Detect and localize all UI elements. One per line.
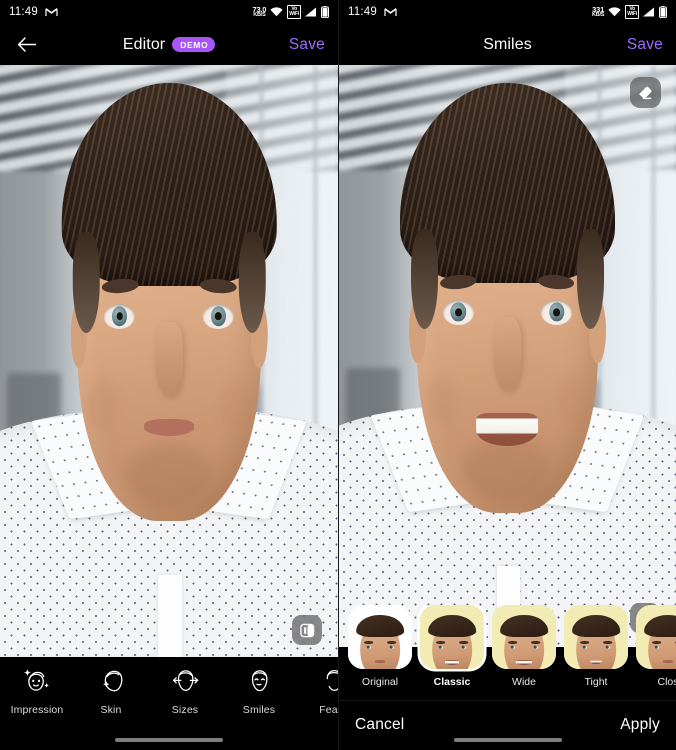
status-bar: 11:49 331 KB/S Vo WiFi xyxy=(339,0,676,24)
eye-left xyxy=(442,299,474,325)
temple-right xyxy=(238,231,266,334)
face xyxy=(400,82,615,514)
tool-features[interactable]: Featu xyxy=(296,666,338,716)
temple-left xyxy=(411,228,439,329)
save-button[interactable]: Save xyxy=(627,36,663,54)
nose xyxy=(155,321,183,396)
page-title: Smiles xyxy=(483,35,532,53)
home-indicator xyxy=(115,738,223,742)
eye-left xyxy=(104,303,136,329)
smile-style-tight[interactable]: Tight xyxy=(564,605,628,688)
home-indicator xyxy=(453,738,562,742)
apply-button[interactable]: Apply xyxy=(620,716,660,734)
face-skin-icon xyxy=(102,670,122,692)
status-bar-time: 11:49 xyxy=(348,6,377,18)
chin-shadow xyxy=(465,436,550,498)
smile-style-closed[interactable]: Clos xyxy=(636,605,676,688)
face-resize-icon xyxy=(172,670,198,692)
eye-right xyxy=(202,303,234,329)
battery-icon xyxy=(321,6,329,18)
wifi-icon xyxy=(270,7,283,17)
editor-tool-list[interactable]: Impression Skin Sizes Smiles Fea xyxy=(0,657,338,727)
portrait-subject xyxy=(339,65,676,647)
tool-sizes[interactable]: Sizes xyxy=(148,666,222,716)
gmail-icon xyxy=(384,7,397,17)
tool-label: Impression xyxy=(10,704,64,716)
cheek-left xyxy=(425,374,459,425)
shirt-placket xyxy=(158,574,182,657)
smile-style-thumbnail xyxy=(564,605,628,669)
cancel-button[interactable]: Cancel xyxy=(355,716,404,734)
vowifi-icon: Vo WiFi xyxy=(625,5,639,19)
action-bar: Cancel Apply xyxy=(339,700,676,750)
smile-style-label: Original xyxy=(361,676,399,688)
face-sparkle-icon xyxy=(23,669,49,691)
app-header: Editor DEMO Save xyxy=(0,24,338,65)
status-bar: 11:49 73.0 KB/S Vo WiFi xyxy=(0,0,338,24)
tool-impression[interactable]: Impression xyxy=(0,666,74,716)
smile-style-original[interactable]: Original xyxy=(348,605,412,688)
face-features-icon xyxy=(326,670,338,692)
tool-smiles[interactable]: Smiles xyxy=(222,666,296,716)
tool-label: Featu xyxy=(319,704,338,716)
smile-style-thumbnail xyxy=(348,605,412,669)
cheek-right xyxy=(218,380,252,431)
divider xyxy=(339,700,676,701)
smile-style-label: Tight xyxy=(584,676,608,688)
status-bar-icons: 331 KB/S Vo WiFi xyxy=(592,5,667,19)
left-screen: 11:49 73.0 KB/S Vo WiFi Editor DEMO Save… xyxy=(0,0,338,750)
cheek-right xyxy=(556,374,590,425)
network-speed-indicator: 73.0 KB/S xyxy=(252,4,267,18)
photo-canvas[interactable] xyxy=(339,65,676,647)
chin-shadow xyxy=(127,442,211,506)
before-after-compare-button[interactable] xyxy=(292,615,322,645)
page-title-group: Editor DEMO xyxy=(0,24,338,65)
eraser-button[interactable] xyxy=(630,77,661,108)
vowifi-icon: Vo WiFi xyxy=(287,5,301,19)
smile-style-thumbnail xyxy=(492,605,556,669)
page-title-group: Smiles xyxy=(339,24,676,65)
tool-label: Skin xyxy=(100,704,122,716)
dual-screenshot-container: 11:49 73.0 KB/S Vo WiFi Editor DEMO Save… xyxy=(0,0,676,750)
cellular-signal-icon xyxy=(305,7,316,17)
tool-skin[interactable]: Skin xyxy=(74,666,148,716)
gmail-icon xyxy=(45,7,58,17)
smile-style-label: Classic xyxy=(433,676,471,688)
back-arrow-icon xyxy=(17,37,36,52)
status-bar-time: 11:49 xyxy=(9,6,38,18)
photo-canvas[interactable] xyxy=(0,65,338,657)
temple-left xyxy=(72,231,100,334)
wifi-icon xyxy=(608,7,621,17)
smile-style-thumbnail xyxy=(420,605,484,669)
smile-style-label: Clos xyxy=(657,676,676,688)
face-smile-icon xyxy=(251,670,267,692)
save-button[interactable]: Save xyxy=(289,36,325,54)
smile-style-wide[interactable]: Wide xyxy=(492,605,556,688)
tool-label: Sizes xyxy=(171,704,199,716)
cheek-left xyxy=(86,380,120,431)
mouth-neutral xyxy=(144,419,194,436)
editor-tool-bar: Impression Skin Sizes Smiles Fea xyxy=(0,657,338,750)
face xyxy=(61,83,278,521)
right-screen: 11:49 331 KB/S Vo WiFi Smiles Save Origi… xyxy=(338,0,676,750)
eye-right xyxy=(541,299,573,325)
tool-label: Smiles xyxy=(242,704,276,716)
smile-style-list[interactable]: Original Classic Wide Tight Clo xyxy=(339,605,676,700)
network-speed-indicator: 331 KB/S xyxy=(591,4,605,18)
status-bar-icons: 73.0 KB/S Vo WiFi xyxy=(252,5,329,19)
cellular-signal-icon xyxy=(643,7,654,17)
smile-style-classic[interactable]: Classic xyxy=(420,605,484,688)
app-header: Smiles Save xyxy=(339,24,676,65)
nose xyxy=(493,317,522,391)
portrait-subject xyxy=(0,65,338,657)
battery-icon xyxy=(659,6,667,18)
demo-badge: DEMO xyxy=(172,37,216,52)
smile-style-thumbnail xyxy=(636,605,676,669)
eraser-icon xyxy=(639,86,652,100)
page-title: Editor xyxy=(122,35,166,53)
before-after-compare-icon xyxy=(299,623,314,637)
smile-style-label: Wide xyxy=(512,676,536,688)
back-button[interactable] xyxy=(13,32,39,58)
